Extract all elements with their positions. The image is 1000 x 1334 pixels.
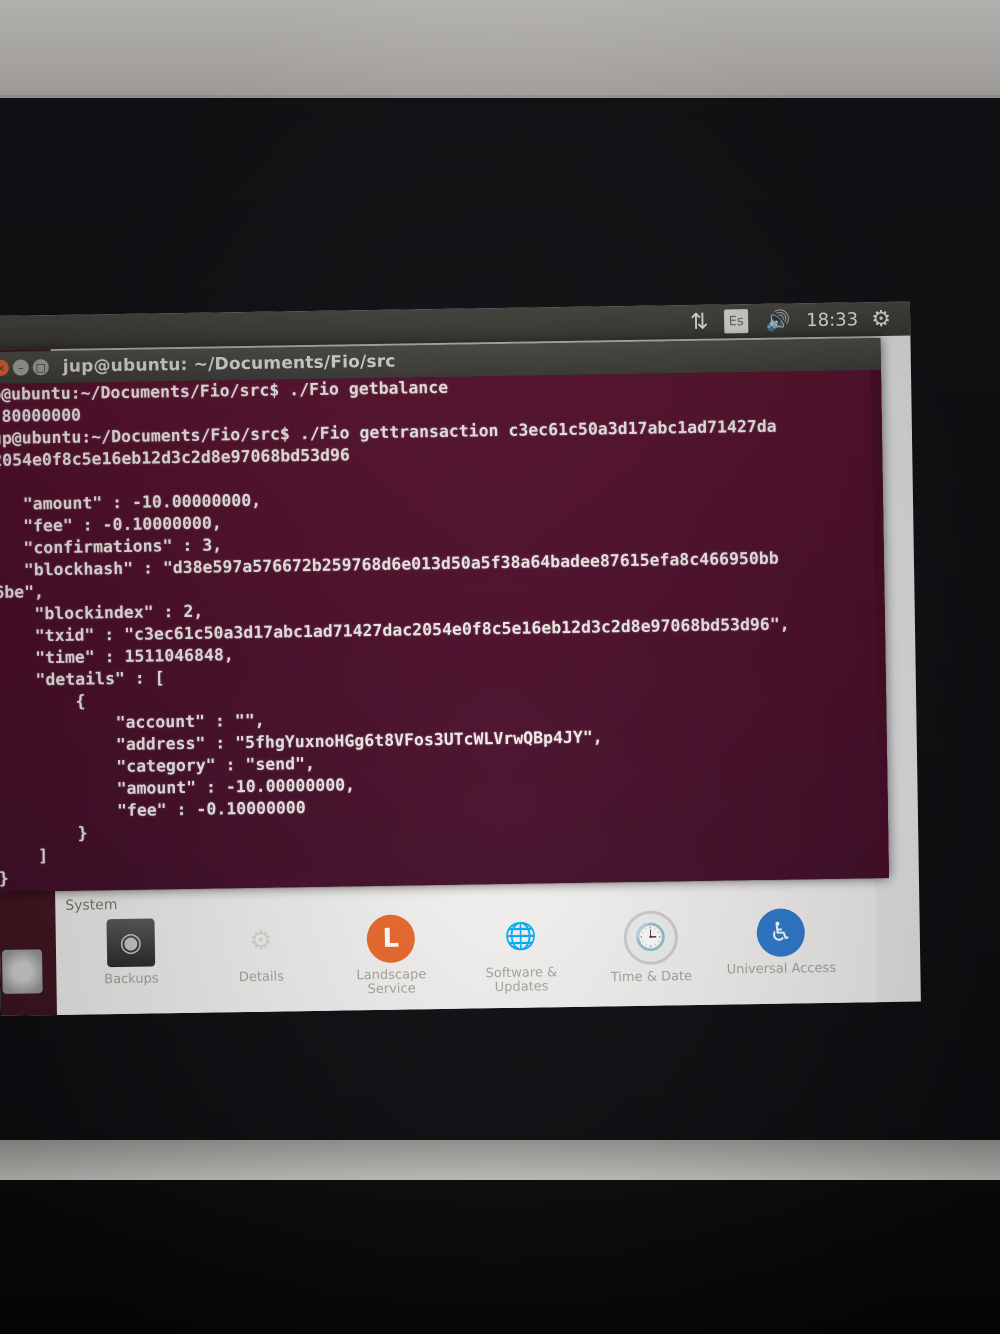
- keyboard-layout-indicator[interactable]: Es: [723, 309, 749, 334]
- settings-item-time-date[interactable]: 🕒 Time & Date: [595, 910, 706, 1002]
- trash-icon[interactable]: [1, 949, 43, 994]
- minimize-icon[interactable]: –: [12, 359, 29, 376]
- settings-section-label: System: [65, 897, 118, 914]
- settings-item-label: Software & Updates: [485, 965, 558, 996]
- settings-item-landscape[interactable]: L Landscape Service: [335, 914, 446, 1006]
- settings-item-backups[interactable]: ◉ Backups: [75, 918, 186, 1010]
- settings-item-label: Backups: [104, 971, 159, 988]
- terminal-text: p@ubuntu:~/Documents/Fio/src$ ./Fio getb…: [0, 370, 889, 892]
- terminal-window[interactable]: × – □ jup@ubuntu: ~/Documents/Fio/src p@…: [0, 338, 889, 892]
- close-icon[interactable]: ×: [0, 359, 9, 376]
- terminal-output[interactable]: p@ubuntu:~/Documents/Fio/src$ ./Fio getb…: [0, 370, 889, 892]
- terminal-title: jup@ubuntu: ~/Documents/Fio/src: [62, 351, 396, 377]
- accessibility-icon: ♿: [756, 908, 806, 958]
- landscape-icon: L: [366, 914, 416, 964]
- monitor-bezel-edge: [0, 1140, 1000, 1180]
- room-wall: [0, 0, 1000, 100]
- desktop-screen: ⇅ Es 🔊 18:33 ⚙ System ◉ Backups ⚙ Detail…: [0, 301, 921, 1016]
- safe-icon: ◉: [106, 918, 156, 968]
- gear-icon: ⚙: [248, 925, 273, 957]
- settings-item-software[interactable]: 🌐 Software & Updates: [465, 912, 576, 1004]
- clock[interactable]: 18:33: [802, 302, 863, 337]
- settings-item-details[interactable]: ⚙ Details: [205, 916, 316, 1008]
- gear-icon[interactable]: ⚙: [866, 302, 897, 336]
- settings-item-universal-access[interactable]: ♿ Universal Access: [725, 908, 836, 1000]
- settings-item-label: Time & Date: [610, 969, 693, 986]
- settings-item-label: Details: [238, 969, 285, 986]
- settings-item-label: Universal Access: [726, 960, 837, 978]
- maximize-icon[interactable]: □: [32, 359, 49, 376]
- clock-icon: 🕒: [623, 910, 679, 966]
- system-settings-panel: System ◉ Backups ⚙ Details L Landscape S…: [55, 878, 877, 1016]
- network-arrows-icon[interactable]: ⇅: [684, 305, 715, 339]
- software-globe-icon: 🌐: [504, 921, 538, 952]
- photo-scene: ⇅ Es 🔊 18:33 ⚙ System ◉ Backups ⚙ Detail…: [0, 0, 1000, 1334]
- desk-surface: [0, 1180, 1000, 1334]
- speaker-volume-icon[interactable]: 🔊: [758, 303, 799, 338]
- settings-item-label: Landscape Service: [356, 967, 427, 998]
